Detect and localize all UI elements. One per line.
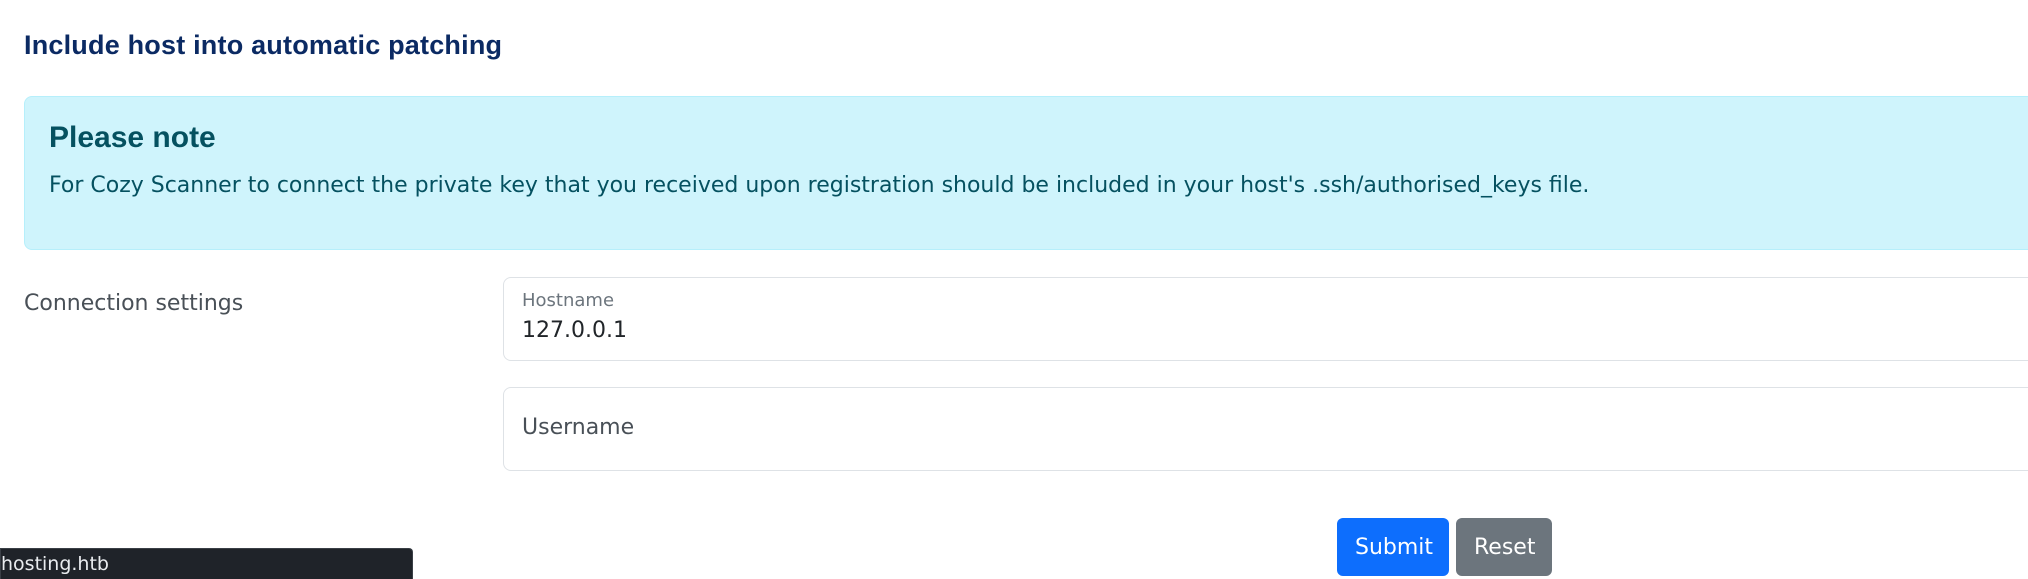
alert-heading: Please note [49, 121, 216, 154]
hostname-value[interactable]: 127.0.0.1 [522, 318, 627, 343]
link-status-bar: hosting.htb [0, 548, 413, 579]
reset-button[interactable]: Reset [1456, 518, 1552, 576]
info-alert: Please note For Cozy Scanner to connect … [24, 96, 2028, 250]
connection-settings-label: Connection settings [24, 291, 244, 316]
hostname-field[interactable]: Hostname 127.0.0.1 [503, 277, 2028, 361]
submit-button[interactable]: Submit [1337, 518, 1449, 576]
username-field[interactable]: Username [503, 387, 2028, 471]
page: Include host into automatic patching Ple… [0, 0, 2028, 579]
hostname-label: Hostname [522, 290, 615, 311]
section-title: Include host into automatic patching [24, 30, 503, 60]
alert-text: For Cozy Scanner to connect the private … [49, 173, 1590, 198]
username-placeholder[interactable]: Username [522, 415, 634, 440]
